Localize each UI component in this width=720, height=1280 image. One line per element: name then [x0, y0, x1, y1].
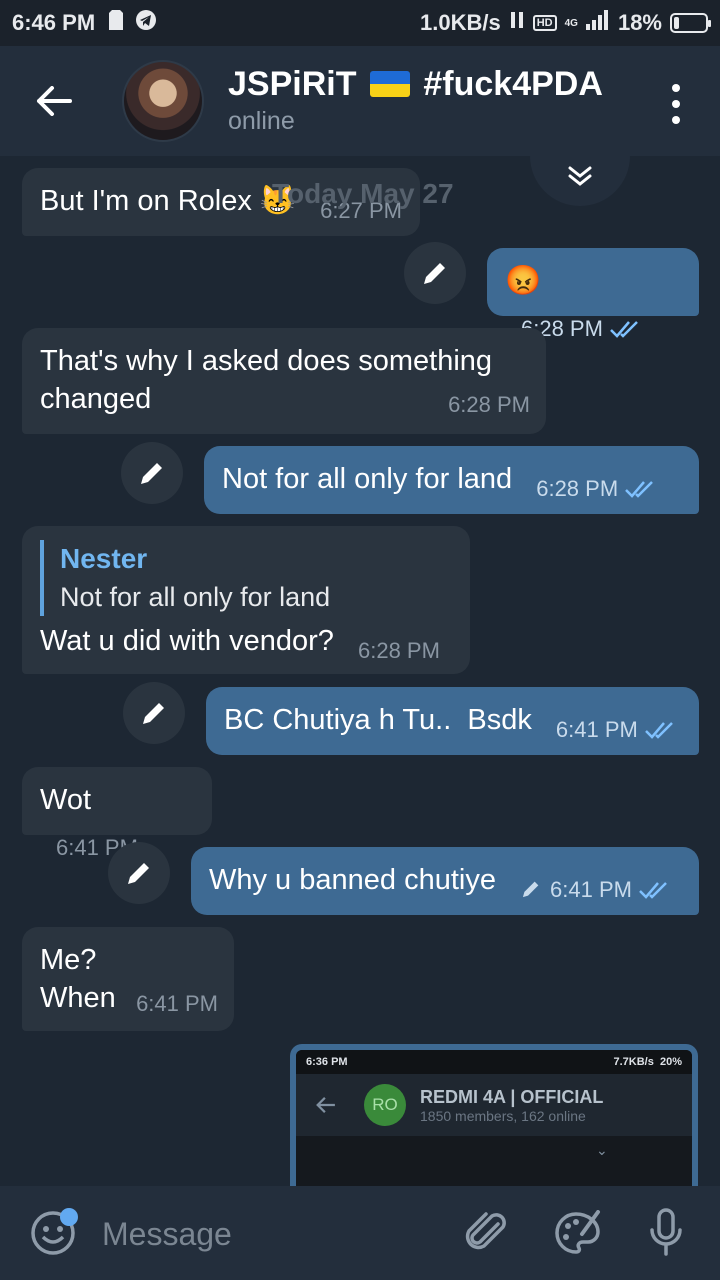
data-arrows-icon [509, 10, 525, 36]
microphone-icon [650, 1208, 682, 1256]
preview-avatar: RO [364, 1084, 406, 1126]
reply-author: Nester [60, 543, 148, 574]
paperclip-icon [465, 1212, 506, 1250]
message-outgoing[interactable]: 😡 6:28 PM [487, 248, 699, 341]
message-text: Not for all only for land [222, 463, 513, 495]
status-time: 6:46 PM [12, 10, 96, 35]
notification-dot [60, 1208, 78, 1226]
ukraine-flag-icon [369, 71, 410, 97]
message-time: 6:28 PM [536, 470, 656, 510]
preview-time: 6:36 PM [306, 1056, 348, 1068]
chat-status: online [228, 107, 295, 135]
edit-button[interactable] [123, 682, 185, 744]
voice-record-button[interactable] [648, 1208, 684, 1263]
message-time: 6:41 PM [556, 711, 676, 751]
message-incoming[interactable]: Wot 6:41 PM [22, 767, 212, 860]
read-ticks-icon [644, 713, 676, 751]
message-incoming-reply[interactable]: Nester Not for all only for land Wat u d… [22, 526, 470, 674]
message-input[interactable] [102, 1210, 432, 1258]
battery-percent: 18% [617, 10, 662, 35]
message-time: 6:28 PM [357, 638, 440, 663]
back-button[interactable] [24, 71, 84, 131]
message-text: But I'm on Rolex 😸 [40, 185, 297, 217]
reply-text: Not for all only for land [60, 582, 331, 612]
message-time: 6:28 PM [448, 392, 530, 417]
message-text: 😡 [505, 265, 542, 297]
message-text: Why u banned chutiye [209, 864, 496, 896]
message-incoming[interactable]: Me? When 6:41 PM [22, 927, 234, 1031]
hd-badge: HD [532, 15, 557, 31]
message-text: Wot [40, 784, 92, 816]
pencil-icon [141, 463, 162, 484]
preview-group-name: REDMI 4A | OFFICIAL [420, 1086, 604, 1107]
message-time: 6:41 PM [136, 991, 218, 1016]
chat-title: JSPiRiT #fuck4PDA [228, 64, 603, 104]
edit-button[interactable] [108, 842, 170, 904]
dot-icon [672, 100, 680, 108]
pencil-icon [143, 703, 164, 724]
message-outgoing[interactable]: Why u banned chutiye 6:41 PM [191, 847, 699, 915]
message-time: 6:41 PM [520, 871, 670, 911]
back-arrow-icon [37, 86, 72, 116]
chat-header: JSPiRiT #fuck4PDA online [0, 46, 720, 156]
chat-area[interactable]: But I'm on Rolex 😸 6:27 PM Today May 27 … [0, 156, 720, 1186]
preview-status-bar: 6:36 PM 7.7KB/s 20% [296, 1050, 692, 1074]
edit-button[interactable] [404, 242, 466, 304]
read-ticks-icon [609, 312, 641, 350]
dot-icon [672, 116, 680, 124]
pencil-icon [424, 263, 445, 284]
edited-pencil-icon [520, 877, 550, 902]
message-outgoing[interactable]: Not for all only for land 6:28 PM [204, 446, 699, 514]
photo-message[interactable]: 6:36 PM 7.7KB/s 20% RO REDMI 4A | OFFICI… [290, 1044, 698, 1186]
paint-button[interactable] [554, 1210, 602, 1261]
pencil-icon [128, 863, 149, 884]
message-incoming[interactable]: That's why I asked does something change… [22, 328, 546, 434]
sd-card-icon [109, 10, 124, 36]
double-chevron-down-icon [568, 166, 592, 186]
chat-title-name: JSPiRiT [228, 65, 357, 103]
message-outgoing[interactable]: BC Chutiya h Tu.. Bsdk 6:41 PM [206, 687, 699, 755]
attach-button[interactable] [464, 1210, 510, 1261]
preview-chevron-icon: ⌄ [596, 1142, 608, 1158]
network-speed: 1.0KB/s [420, 10, 501, 35]
message-text: Wat u did with vendor? [40, 625, 334, 657]
screenshot-image: 6:36 PM 7.7KB/s 20% RO REDMI 4A | OFFICI… [296, 1050, 692, 1186]
dot-icon [672, 84, 680, 92]
chat-title-tag: #fuck4PDA [423, 65, 603, 103]
avatar[interactable] [122, 60, 204, 142]
status-bar: 6:46 PM 1.0KB/s HD 4G 18% [0, 0, 720, 46]
more-options-button[interactable] [666, 84, 686, 124]
battery-icon [670, 13, 711, 33]
floating-date: Today May 27 [272, 178, 454, 209]
edit-button[interactable] [121, 442, 183, 504]
read-ticks-icon [638, 873, 670, 911]
preview-group-sub: 1850 members, 162 online [420, 1107, 586, 1124]
reply-quote[interactable]: Nester Not for all only for land [40, 540, 452, 616]
preview-back-arrow-icon [316, 1096, 335, 1114]
preview-status-right: 7.7KB/s 20% [613, 1056, 682, 1068]
telegram-notification-icon [135, 9, 157, 37]
message-composer [0, 1186, 720, 1280]
preview-header: RO REDMI 4A | OFFICIAL 1850 members, 162… [296, 1074, 692, 1136]
signal-icon [585, 10, 610, 36]
read-ticks-icon [624, 472, 656, 510]
chat-title-block[interactable]: JSPiRiT #fuck4PDA online [228, 64, 603, 138]
palette-brush-icon [555, 1210, 600, 1254]
scroll-to-bottom-button[interactable] [530, 156, 630, 206]
network-type: 4G [564, 17, 578, 29]
message-text: BC Chutiya h Tu.. Bsdk [224, 704, 532, 736]
